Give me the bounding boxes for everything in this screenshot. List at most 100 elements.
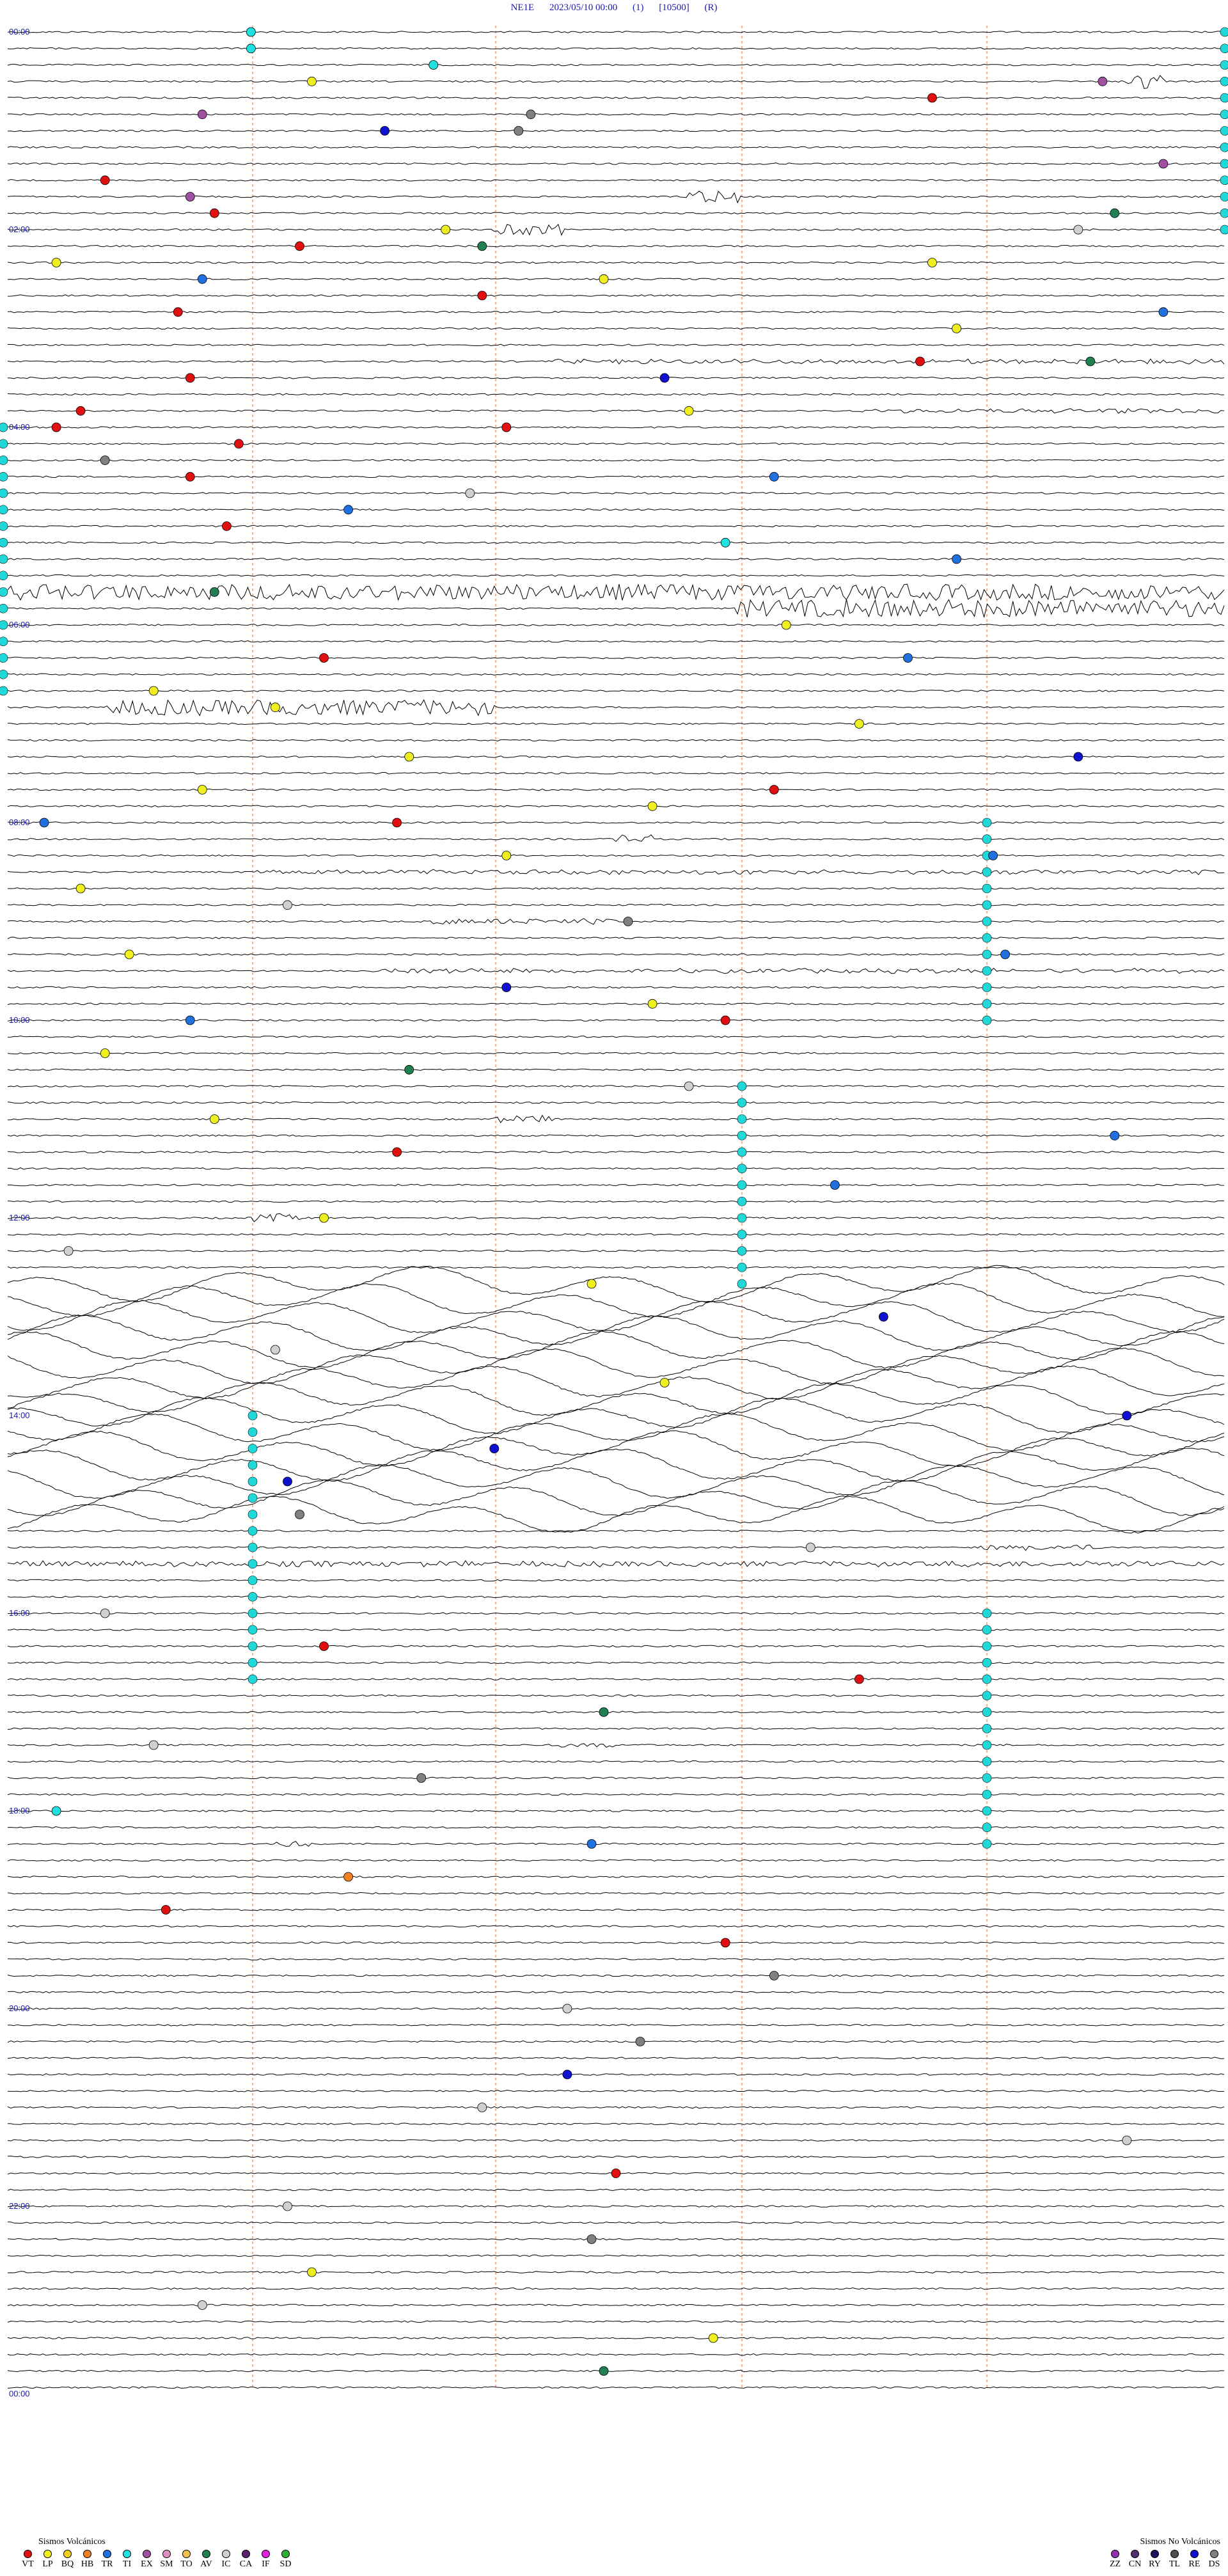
tremor-marker-4-85 <box>248 1427 258 1437</box>
seismic-trace-99 <box>7 1661 1224 1664</box>
legend-nonvolcanic-re: RE <box>1185 2547 1204 2570</box>
event-marker-ti-0 <box>246 27 256 37</box>
seismic-trace-54 <box>7 918 1225 925</box>
event-marker-tr-75 <box>830 1180 840 1190</box>
event-marker-lp-49 <box>270 702 280 713</box>
legend-nonvolcanic-ry: RY <box>1145 2547 1165 2570</box>
hour-label-11: 22:00 <box>9 2201 30 2211</box>
seismic-trace-30 <box>7 525 1225 528</box>
event-marker-tr-25 <box>1158 307 1169 317</box>
tremor-marker-4-89 <box>248 1493 258 1503</box>
legend-volcanic-av-label: AV <box>200 2559 212 2569</box>
event-marker-vt-31 <box>75 406 86 416</box>
seismic-trace-22 <box>7 393 1225 396</box>
tremor-marker-0-6 <box>1220 126 1228 136</box>
seismic-trace-136 <box>7 2271 1225 2273</box>
tremor-marker-4-97 <box>248 1625 258 1635</box>
seismic-trace-135 <box>7 2254 1225 2257</box>
tremor-marker-3-96 <box>982 1608 992 1618</box>
event-marker-ds-9 <box>514 126 524 136</box>
hour-label-0: 00:00 <box>9 27 30 36</box>
tremor-marker-1-24 <box>0 422 8 432</box>
seismic-trace-110 <box>7 1840 1225 1847</box>
seismic-trace-11 <box>7 212 1225 215</box>
event-marker-lp-55 <box>647 801 657 811</box>
seismic-trace-76 <box>7 1265 1225 1302</box>
seismic-trace-129 <box>7 2155 1225 2158</box>
legend-volcanic: Sismos Volcánicos VT LP BQ HB TR TI EX SM TO AV IC… <box>18 2537 295 2570</box>
tremor-marker-4-98 <box>248 1641 258 1651</box>
seismic-trace-6 <box>7 129 1225 132</box>
tremor-marker-3-103 <box>982 1723 992 1734</box>
tremor-marker-2-48 <box>982 818 992 828</box>
seismic-trace-96 <box>8 1612 1225 1615</box>
seismic-trace-56 <box>7 953 1225 956</box>
seismic-trace-19 <box>8 344 1225 347</box>
seismic-trace-24 <box>7 426 1225 429</box>
event-marker-vt-74 <box>392 1147 402 1157</box>
event-marker-ds-92 <box>416 1773 427 1783</box>
event-marker-vt-88 <box>319 1641 329 1651</box>
seismic-trace-89 <box>7 1479 1225 1517</box>
tremor-marker-0-4 <box>1220 93 1228 103</box>
seismic-trace-91 <box>7 1529 1225 1533</box>
legend-volcanic-sm-label: SM <box>160 2559 173 2569</box>
legend-nonvolcanic-cn: CN <box>1125 2547 1145 2570</box>
event-marker-ti-1 <box>246 43 256 54</box>
legend-nonvolcanic-re-swatch <box>1190 2550 1199 2558</box>
seismic-trace-142 <box>7 2369 1225 2373</box>
seismic-trace-53 <box>7 903 1224 906</box>
tremor-marker-0-11 <box>1220 208 1228 218</box>
event-marker-vt-89 <box>854 1674 864 1684</box>
seismic-trace-2 <box>7 63 1225 67</box>
seismic-trace-140 <box>7 2337 1225 2339</box>
tremor-marker-1-39 <box>0 669 8 679</box>
event-marker-vt-17 <box>295 241 304 251</box>
tremor-marker-3-105 <box>982 1757 992 1767</box>
tremor-marker-0-10 <box>1220 192 1228 201</box>
seismic-trace-119 <box>7 1991 1225 1994</box>
event-marker-ex-4 <box>1098 76 1108 86</box>
tremor-marker-4-95 <box>248 1592 258 1602</box>
legend-volcanic-ca: CA <box>236 2547 256 2570</box>
tremor-marker-1-26 <box>0 455 8 465</box>
tremor-marker-1-38 <box>0 653 8 663</box>
legend-volcanic-sm-swatch <box>162 2550 171 2558</box>
seismic-trace-104 <box>7 1743 1225 1748</box>
event-marker-av-28 <box>1085 356 1096 367</box>
legend-volcanic-items: VT LP BQ HB TR TI EX SM TO AV IC CA IF SD <box>18 2547 295 2570</box>
event-marker-ex-12 <box>185 192 195 201</box>
seismic-trace-52 <box>7 887 1225 890</box>
event-marker-tr-59 <box>988 851 998 860</box>
seismic-trace-95 <box>7 1595 1225 1599</box>
seismic-trace-1 <box>7 47 1225 50</box>
event-marker-vt-56 <box>392 818 402 828</box>
seismic-trace-25 <box>7 442 1225 445</box>
event-marker-lp-20 <box>927 258 937 267</box>
seismic-trace-49 <box>7 834 1225 842</box>
legend-nonvolcanic-tl-swatch <box>1170 2550 1179 2558</box>
seismic-trace-15 <box>7 278 1225 281</box>
tremor-marker-2-53 <box>982 900 992 910</box>
seismic-trace-98 <box>7 1645 1225 1648</box>
event-marker-vt-11 <box>100 175 110 186</box>
event-marker-lp-78 <box>586 1279 597 1289</box>
legend-volcanic-to: TO <box>177 2547 196 2570</box>
seismic-trace-58 <box>7 986 1224 989</box>
seismic-trace-100 <box>7 1678 1225 1680</box>
tremor-marker-4-94 <box>248 1576 258 1585</box>
seismic-trace-86 <box>7 1430 1225 1467</box>
event-marker-ic-102 <box>477 2103 487 2112</box>
tremor-marker-3-98 <box>982 1641 992 1651</box>
legend-volcanic-vt-swatch <box>24 2550 32 2558</box>
hour-label-7: 14:00 <box>9 1410 30 1420</box>
event-marker-tr-43 <box>952 554 961 564</box>
tremor-marker-4-88 <box>248 1476 258 1487</box>
legend-volcanic-ca-label: CA <box>239 2559 253 2569</box>
tremor-marker-5-68 <box>737 1147 747 1157</box>
legend-volcanic-if-swatch <box>262 2550 270 2558</box>
tremor-marker-1-32 <box>0 554 8 564</box>
event-marker-tr-40 <box>343 505 353 515</box>
seismic-trace-118 <box>7 1974 1225 1977</box>
seismic-trace-8 <box>7 162 1225 165</box>
